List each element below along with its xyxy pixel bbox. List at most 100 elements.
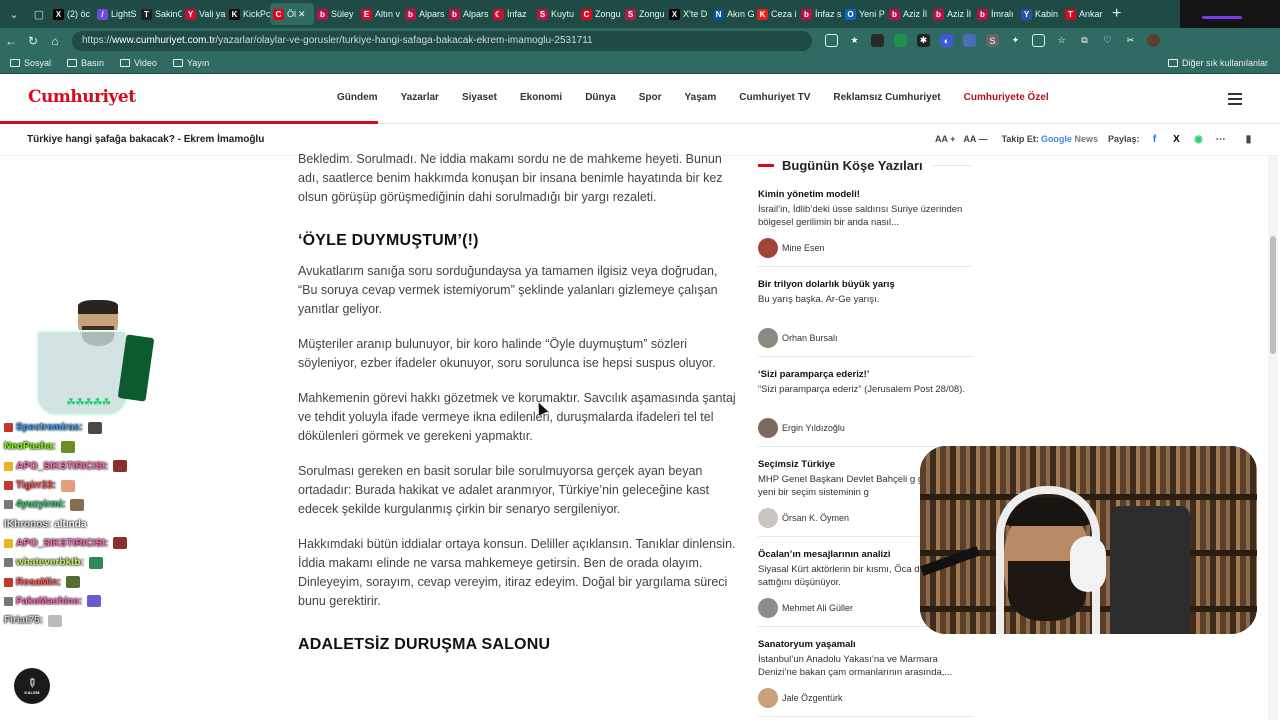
back-icon[interactable]: ←	[0, 34, 22, 48]
facebook-icon[interactable]: f	[1148, 132, 1162, 146]
tab-favicon-icon: T	[141, 8, 152, 20]
nav-item-gundem[interactable]: Gündem	[337, 92, 378, 103]
browser-tab[interactable]: b Aziz İl	[886, 3, 930, 25]
column-card[interactable]: Sanatoryum yaşamalı İstanbul’un Anadolu Y…	[758, 639, 972, 717]
chat-badge-icon	[4, 538, 13, 548]
tab-list-chevron-icon[interactable]: ⌄	[3, 3, 25, 25]
extension-icon[interactable]	[894, 34, 907, 47]
site-logo[interactable]: Cumhuriyet	[28, 87, 136, 107]
nav-item-yasam[interactable]: Yaşam	[685, 92, 717, 103]
whatsapp-icon[interactable]: ◉	[1192, 132, 1206, 146]
browser-tab[interactable]: / LightS	[94, 3, 138, 25]
extension-icon[interactable]: ✱	[917, 34, 930, 47]
reader-icon[interactable]	[825, 34, 838, 47]
chat-username: Spectremiras:	[16, 422, 83, 434]
column-author[interactable]: Ergin Yıldızoğlu	[758, 418, 972, 438]
browser-tab[interactable]: N Akın G	[710, 3, 754, 25]
google-news-link[interactable]: Google News	[1041, 134, 1098, 144]
reload-icon[interactable]: ↻	[22, 34, 44, 48]
menu-icon[interactable]	[1228, 93, 1242, 108]
bookmark-folder-basin[interactable]: Basın	[67, 58, 104, 68]
browser-tab[interactable]: S Zongu	[622, 3, 666, 25]
new-tab-button[interactable]: +	[1112, 5, 1121, 23]
nav-item-cumhuriyet-tv[interactable]: Cumhuriyet TV	[739, 92, 810, 103]
puzzle-icon[interactable]: ✦	[1009, 34, 1022, 47]
browser-tab[interactable]: E Altın v	[358, 3, 402, 25]
tab-favicon-icon: ☾	[493, 8, 504, 20]
bookmark-folder-yayin[interactable]: Yayın	[172, 58, 209, 68]
nav-item-reklamsiz[interactable]: Reklamsız Cumhuriyet	[833, 92, 940, 103]
column-card[interactable]: ‘Sizi paramparça ederiz!’ “Sizi paramparç…	[758, 369, 972, 447]
column-title[interactable]: Sanatoryum yaşamalı	[758, 639, 972, 650]
column-title[interactable]: ‘Sizi paramparça ederiz!’	[758, 369, 972, 380]
extension-icon[interactable]	[871, 34, 884, 47]
url-field[interactable]: https://www.cumhuriyet.com.tr/yazarlar/o…	[72, 30, 812, 51]
browser-tab[interactable]: C Zongu	[578, 3, 622, 25]
column-card[interactable]: Kimin yönetim modeli! İsrail’in, İdlib’de…	[758, 189, 972, 267]
column-title[interactable]: Kimin yönetim modeli!	[758, 189, 972, 200]
url-prefix: https://	[82, 35, 113, 46]
tab-label: Kuytu	[551, 9, 575, 19]
favorites-icon[interactable]: ☆	[1055, 34, 1068, 47]
nav-item-yazarlar[interactable]: Yazarlar	[401, 92, 439, 103]
browser-tab[interactable]: Y Vali ya	[182, 3, 226, 25]
pen-icon: ✎	[23, 674, 41, 692]
home-icon[interactable]: ⌂	[44, 34, 66, 48]
close-tab-icon[interactable]: ✕	[298, 9, 306, 20]
extension-icon[interactable]: ◐	[940, 34, 953, 47]
screenshot-icon[interactable]: ✂	[1124, 34, 1137, 47]
workspaces-icon[interactable]: ▢	[28, 3, 50, 25]
bookmark-folder-sosyal[interactable]: Sosyal	[10, 58, 51, 68]
browser-tab[interactable]: X (2) öc	[50, 3, 94, 25]
bookmark-icon[interactable]: ▮	[1242, 132, 1256, 146]
column-card[interactable]: Bir trilyon dolarlık büyük yarış Bu yarış…	[758, 279, 972, 357]
scrollbar-thumb[interactable]	[1270, 236, 1276, 354]
nav-item-siyaset[interactable]: Siyaset	[462, 92, 497, 103]
browser-tab[interactable]: T SakinC	[138, 3, 182, 25]
nav-item-ekonomi[interactable]: Ekonomi	[520, 92, 562, 103]
main-nav: Gündem Yazarlar Siyaset Ekonomi Dünya Sp…	[337, 92, 1049, 103]
browser-tab[interactable]: S Kuytu	[534, 3, 578, 25]
extension-icon[interactable]: S	[986, 34, 999, 47]
font-decrease-button[interactable]: AA —	[963, 134, 987, 144]
chat-username: Tigirr33:	[16, 480, 56, 492]
nav-item-spor[interactable]: Spor	[639, 92, 662, 103]
extension-icon[interactable]	[963, 34, 976, 47]
browser-tab[interactable]: T Ankar	[1062, 3, 1106, 25]
column-author[interactable]: Jale Özgentürk	[758, 688, 972, 708]
column-author[interactable]: Mine Esen	[758, 238, 972, 258]
browser-tab[interactable]: K KickPc	[226, 3, 270, 25]
browser-tab[interactable]: b İmralı	[974, 3, 1018, 25]
browser-tab[interactable]: X X'te D	[666, 3, 710, 25]
browser-tab[interactable]: O Yeni P	[842, 3, 886, 25]
browser-tab[interactable]: ☾ İnfaz	[490, 3, 534, 25]
split-view-icon[interactable]	[1032, 34, 1045, 47]
heart-icon[interactable]: ♡	[1101, 34, 1114, 47]
browser-tab[interactable]: C Öl ✕	[270, 3, 314, 25]
collections-icon[interactable]: ⧉	[1078, 34, 1091, 47]
avatar[interactable]	[1147, 34, 1160, 47]
other-bookmarks[interactable]: Diğer sık kullanılanlar	[1167, 58, 1268, 68]
chat-message: Firiat75:	[4, 611, 164, 630]
browser-tab[interactable]: b İnfaz s	[798, 3, 842, 25]
column-title[interactable]: Bir trilyon dolarlık büyük yarış	[758, 279, 972, 290]
font-increase-button[interactable]: AA +	[935, 134, 955, 144]
browser-tab[interactable]: b Alpars	[446, 3, 490, 25]
pen-fab-button[interactable]: ✎ KALEM	[14, 668, 50, 704]
bookmark-folder-video[interactable]: Video	[120, 58, 157, 68]
nav-item-ozel[interactable]: Cumhuriyete Özel	[964, 92, 1049, 103]
browser-tab[interactable]: b Aziz İl	[930, 3, 974, 25]
folder-icon	[120, 59, 131, 67]
browser-tab[interactable]: b Süley	[314, 3, 358, 25]
tab-label: Altın v	[375, 9, 401, 19]
x-icon[interactable]: X	[1170, 132, 1184, 146]
nav-item-dunya[interactable]: Dünya	[585, 92, 616, 103]
tab-label: Zongu	[639, 9, 665, 19]
more-icon[interactable]: ⋯	[1214, 132, 1228, 146]
page-scrollbar[interactable]	[1268, 156, 1278, 720]
browser-tab[interactable]: Y Kabin	[1018, 3, 1062, 25]
column-author[interactable]: Orhan Bursalı	[758, 328, 972, 348]
browser-tab[interactable]: b Alpars	[402, 3, 446, 25]
browser-tab[interactable]: K Ceza i	[754, 3, 798, 25]
favorite-star-icon[interactable]: ★	[848, 34, 861, 47]
